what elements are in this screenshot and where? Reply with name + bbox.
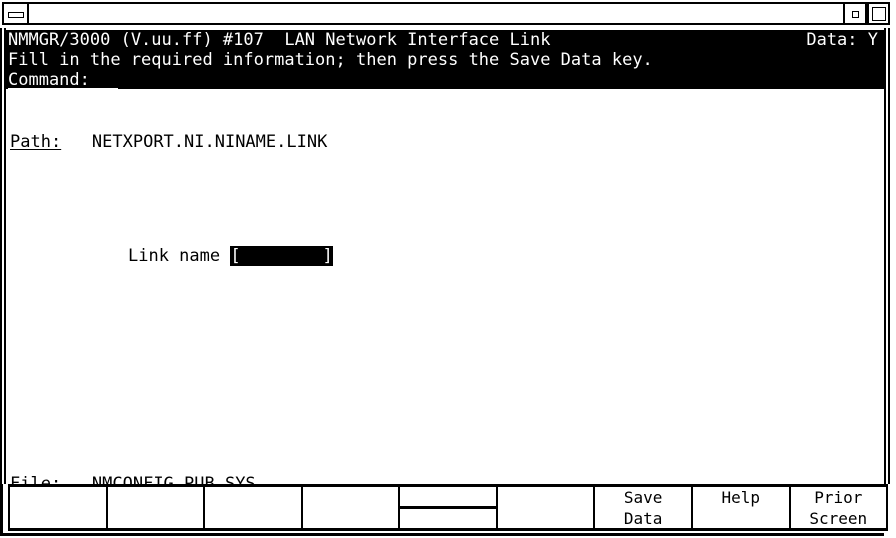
function-key-label-line1 bbox=[108, 487, 204, 508]
title-bar-frame bbox=[2, 2, 890, 25]
function-key-label-line1 bbox=[303, 487, 399, 508]
app-title-line: NMMGR/3000 (V.uu.ff) #107 LAN Network In… bbox=[8, 30, 551, 50]
function-key-f1[interactable] bbox=[8, 487, 108, 528]
function-key-bar: Save Data Help Prior Screen bbox=[0, 484, 896, 538]
function-key-row: Save Data Help Prior Screen bbox=[8, 487, 889, 528]
restore-icon bbox=[852, 11, 859, 18]
fkey-bar-bottom-rule bbox=[8, 528, 888, 531]
window-title-bar bbox=[0, 0, 896, 28]
data-indicator: Data: Y bbox=[806, 30, 878, 50]
screen-border-right-outer bbox=[888, 28, 890, 536]
function-key-label-line1: Prior bbox=[814, 488, 863, 507]
function-key-f6[interactable] bbox=[497, 487, 596, 528]
link-name-label: Link name bbox=[128, 246, 221, 266]
path-row: Path: NETXPORT.NI.NINAME.LINK bbox=[10, 132, 327, 152]
terminal-screen: NMMGR/3000 (V.uu.ff) #107 LAN Network In… bbox=[0, 28, 896, 538]
link-name-close-bracket: ] bbox=[322, 246, 333, 266]
minimize-button[interactable] bbox=[2, 2, 29, 25]
function-key-label-line2 bbox=[693, 508, 789, 528]
function-key-label-line2 bbox=[205, 508, 301, 528]
function-key-f3[interactable] bbox=[205, 487, 303, 528]
path-label: Path: bbox=[10, 132, 62, 152]
function-key-label-line1 bbox=[205, 487, 301, 508]
function-key-label-line1 bbox=[10, 487, 106, 508]
function-key-f9[interactable]: Prior Screen bbox=[790, 487, 889, 528]
screen-border-left-outer bbox=[0, 28, 2, 536]
function-key-label-line2 bbox=[400, 508, 496, 528]
maximize-button[interactable] bbox=[867, 2, 890, 25]
fkey-bar-base-rule bbox=[0, 533, 884, 536]
function-key-label-line2: Screen bbox=[809, 509, 868, 528]
function-key-f7[interactable]: Save Data bbox=[595, 487, 693, 528]
function-key-label-line2 bbox=[10, 508, 106, 528]
restore-button[interactable] bbox=[843, 2, 867, 25]
terminal-window: NMMGR/3000 (V.uu.ff) #107 LAN Network In… bbox=[0, 0, 896, 538]
function-key-label-line1: Save bbox=[623, 488, 663, 507]
function-key-label-line2 bbox=[498, 508, 594, 528]
maximize-icon bbox=[872, 7, 886, 21]
function-key-f4[interactable] bbox=[302, 487, 401, 528]
function-key-f8[interactable]: Help bbox=[692, 487, 791, 528]
minimize-icon bbox=[8, 12, 24, 18]
function-key-f5[interactable] bbox=[400, 487, 498, 528]
command-line[interactable]: Command: bbox=[8, 70, 90, 90]
function-key-label-line1: Help bbox=[721, 488, 760, 507]
link-name-input[interactable]: [ ] bbox=[230, 246, 333, 266]
link-name-spacer bbox=[220, 246, 230, 266]
screen-header-block: NMMGR/3000 (V.uu.ff) #107 LAN Network In… bbox=[6, 30, 884, 90]
form-area: Path: NETXPORT.NI.NINAME.LINK Link name … bbox=[6, 90, 884, 494]
function-key-label-line2 bbox=[303, 508, 399, 528]
link-name-row: Link name [ ] bbox=[128, 246, 333, 266]
function-key-label-line2: Data bbox=[623, 509, 663, 528]
function-key-label-line1 bbox=[400, 487, 496, 508]
fkey-bar-left-edge bbox=[0, 484, 3, 536]
screen-border-right-inner bbox=[884, 28, 886, 536]
link-name-value bbox=[241, 246, 323, 266]
function-key-f2[interactable] bbox=[107, 487, 206, 528]
link-name-open-bracket: [ bbox=[230, 246, 241, 266]
path-spacer bbox=[61, 132, 92, 152]
path-value: NETXPORT.NI.NINAME.LINK bbox=[91, 132, 328, 152]
function-key-label-line2 bbox=[108, 508, 204, 528]
function-key-label-line1 bbox=[498, 487, 594, 508]
instruction-line: Fill in the required information; then p… bbox=[8, 50, 653, 70]
